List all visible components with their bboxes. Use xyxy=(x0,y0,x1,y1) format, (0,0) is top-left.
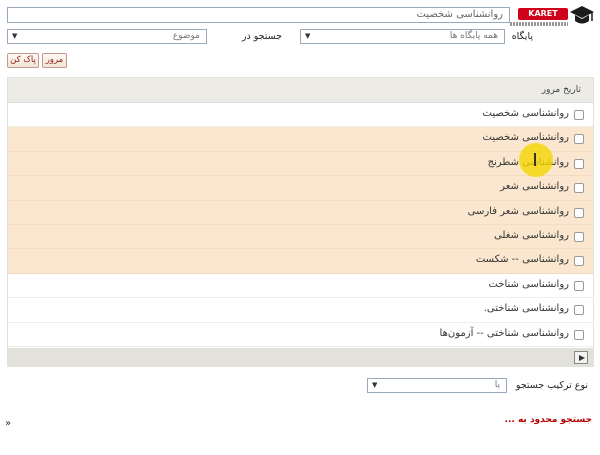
result-label[interactable]: روانشناسی شناختی -- آزمون‌ها xyxy=(440,328,569,339)
result-label[interactable]: روانشناسی شعر فارسی xyxy=(468,206,569,217)
combination-select-value: یا xyxy=(494,380,500,390)
results-header-label: تاریخ مرور xyxy=(541,85,581,95)
limit-search-link[interactable]: جستجو محدود به ... xyxy=(505,415,592,425)
dropdown-arrow-icon: ▼ xyxy=(305,32,311,40)
search-in-label: جستجو در xyxy=(241,31,282,42)
field-select-value: موضوع xyxy=(172,31,200,41)
results-header: تاریخ مرور xyxy=(8,78,593,103)
result-checkbox[interactable] xyxy=(574,305,584,316)
result-checkbox[interactable] xyxy=(574,134,584,145)
result-checkbox[interactable] xyxy=(574,329,584,340)
result-row[interactable]: روانشناسی شعر فارسی xyxy=(8,200,593,225)
results-footer xyxy=(8,348,593,367)
karet-logo: KARET xyxy=(508,3,594,31)
result-checkbox[interactable] xyxy=(574,280,584,291)
database-label: پایگاه xyxy=(511,31,533,42)
result-label[interactable]: روانشناسی -- شکست xyxy=(476,254,569,265)
results-list: روانشناسی شخصیت روانشناسی شخصیت روانشناسی … xyxy=(8,103,593,347)
combination-label: نوع ترکیب جستجو xyxy=(515,380,588,391)
result-label[interactable]: روانشناسی شعر xyxy=(500,181,569,192)
dropdown-arrow-icon: ▼ xyxy=(372,381,378,389)
brand-subtitle xyxy=(510,22,568,26)
result-checkbox[interactable] xyxy=(574,110,584,120)
search-input[interactable]: روانشناسی شخصیت xyxy=(7,7,510,23)
result-label[interactable]: روانشناسی شخصیت xyxy=(483,108,569,119)
result-checkbox[interactable] xyxy=(574,231,584,242)
next-page-icon[interactable] xyxy=(574,351,588,364)
database-select-value: همه پایگاه ها xyxy=(449,31,498,41)
brand-label: KARET xyxy=(518,8,568,20)
combination-row: نوع ترکیب جستجو یا ▼ xyxy=(0,378,600,394)
dropdown-arrow-icon: ▼ xyxy=(12,32,18,40)
result-label[interactable]: روانشناسی شناختی. xyxy=(484,303,569,314)
expand-icon[interactable]: » xyxy=(5,418,11,429)
filter-row: پایگاه همه پایگاه ها ▼ جستجو در موضوع ▼ xyxy=(0,28,600,46)
result-row[interactable]: روانشناسی شناختی -- آزمون‌ها xyxy=(8,323,593,347)
result-row[interactable]: روانشناسی شطرنج xyxy=(8,151,593,177)
result-row[interactable]: روانشناسی شعر xyxy=(8,176,593,201)
result-label[interactable]: روانشناسی شخصیت xyxy=(483,132,569,143)
field-select[interactable]: موضوع ▼ xyxy=(7,29,207,44)
result-checkbox[interactable] xyxy=(574,256,584,267)
result-row[interactable]: روانشناسی شخصیت xyxy=(8,127,593,152)
result-row[interactable]: روانشناسی شناختی. xyxy=(8,298,593,323)
result-checkbox[interactable] xyxy=(574,207,584,218)
graduation-cap-icon xyxy=(570,6,594,24)
result-label[interactable]: روانشناسی شناخت xyxy=(488,279,569,290)
result-checkbox[interactable] xyxy=(574,183,584,194)
result-row[interactable]: روانشناسی شغلی xyxy=(8,224,593,250)
result-row[interactable]: روانشناسی شخصیت xyxy=(8,103,593,128)
browse-button[interactable]: مرور xyxy=(42,53,67,68)
result-row[interactable]: روانشناسی -- شکست xyxy=(8,249,593,274)
result-row[interactable]: روانشناسی شناخت xyxy=(8,274,593,299)
database-select[interactable]: همه پایگاه ها ▼ xyxy=(300,29,505,44)
result-label[interactable]: روانشناسی شغلی xyxy=(494,230,569,241)
combination-select[interactable]: یا ▼ xyxy=(367,378,507,393)
clear-button[interactable]: پاک کن xyxy=(7,53,39,68)
result-checkbox[interactable] xyxy=(574,158,584,169)
results-panel: تاریخ مرور روانشناسی شخصیت روانشناسی شخصی… xyxy=(7,77,594,367)
cursor-highlight xyxy=(519,143,553,177)
search-input-value: روانشناسی شخصیت xyxy=(416,9,503,20)
